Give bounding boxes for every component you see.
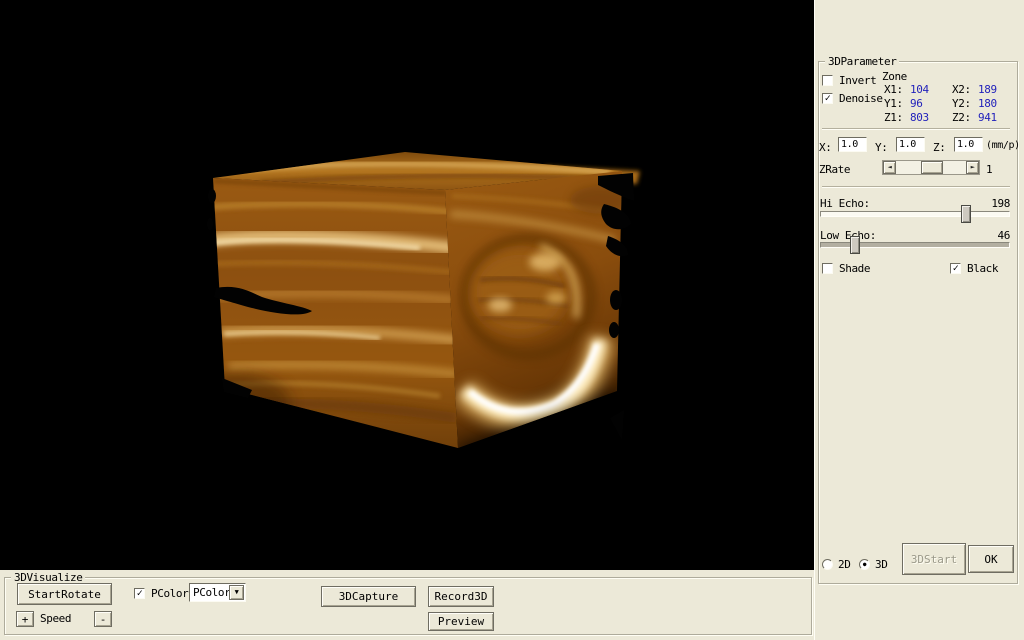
low-echo-value: 46 bbox=[970, 229, 1010, 242]
zone-x2-label: X2: bbox=[952, 83, 971, 96]
zone-y1-value: 96 bbox=[910, 97, 922, 110]
speed-minus-button[interactable]: - bbox=[94, 611, 112, 627]
pcolor-dropdown[interactable]: PColor ▼ bbox=[189, 583, 246, 602]
chevron-down-icon: ▼ bbox=[235, 586, 239, 599]
app-window: 3DParameter Invert ✓ Denoise Zone X1: 10… bbox=[0, 0, 1024, 640]
scale-x-label: X: bbox=[819, 141, 831, 154]
parameter-group-title: 3DParameter bbox=[825, 55, 899, 68]
arrow-left-icon: ◄ bbox=[888, 161, 892, 174]
invert-label: Invert bbox=[839, 74, 876, 87]
zrate-value: 1 bbox=[986, 163, 992, 176]
hi-echo-label: Hi Echo: bbox=[820, 197, 870, 210]
start-rotate-button[interactable]: StartRotate bbox=[17, 583, 112, 605]
arrow-right-icon: ► bbox=[971, 161, 975, 174]
zone-z2-label: Z2: bbox=[952, 111, 971, 124]
zrate-label: ZRate bbox=[819, 163, 850, 176]
zone-title: Zone bbox=[882, 70, 907, 83]
3dstart-button[interactable]: 3DStart bbox=[902, 543, 966, 575]
shade-label: Shade bbox=[839, 262, 870, 275]
hi-echo-slider-thumb[interactable] bbox=[961, 205, 971, 223]
parameter-panel: 3DParameter Invert ✓ Denoise Zone X1: 10… bbox=[814, 0, 1024, 640]
zone-x1-value: 104 bbox=[910, 83, 929, 96]
pcolor-checkbox[interactable]: ✓ bbox=[134, 588, 145, 599]
zone-z2-value: 941 bbox=[978, 111, 997, 124]
zone-y2-label: Y2: bbox=[952, 97, 971, 110]
zone-x1-label: X1: bbox=[884, 83, 903, 96]
hi-echo-value: 198 bbox=[970, 197, 1010, 210]
black-checkbox[interactable]: ✓ bbox=[950, 263, 961, 274]
denoise-checkbox[interactable]: ✓ bbox=[822, 93, 833, 104]
scale-x-input[interactable] bbox=[838, 137, 867, 152]
mode-2d-radio[interactable] bbox=[822, 559, 833, 570]
zone-y1-label: Y1: bbox=[884, 97, 903, 110]
3dcapture-button[interactable]: 3DCapture bbox=[321, 586, 416, 607]
scale-z-label: Z: bbox=[933, 141, 945, 154]
zone-x2-value: 189 bbox=[978, 83, 997, 96]
mode-2d-label: 2D bbox=[838, 558, 850, 571]
scale-unit-label: (mm/p) bbox=[986, 139, 1020, 152]
volume-render bbox=[0, 0, 814, 570]
mode-3d-label: 3D bbox=[875, 558, 887, 571]
viewport-3d[interactable] bbox=[0, 0, 814, 570]
speed-label: Speed bbox=[40, 612, 71, 625]
pcolor-label: PColor bbox=[151, 587, 188, 600]
mode-3d-radio[interactable]: ● bbox=[859, 559, 870, 570]
preview-button[interactable]: Preview bbox=[428, 612, 494, 631]
black-label: Black bbox=[967, 262, 998, 275]
visualize-panel: 3DVisualize StartRotate + Speed - ✓ PCol… bbox=[0, 570, 814, 640]
pcolor-dropdown-button[interactable]: ▼ bbox=[229, 585, 244, 600]
separator bbox=[822, 128, 1010, 130]
zrate-scroll-left-button[interactable]: ◄ bbox=[883, 161, 896, 174]
speed-plus-button[interactable]: + bbox=[16, 611, 34, 627]
low-echo-slider[interactable] bbox=[820, 242, 1010, 248]
scale-z-input[interactable] bbox=[954, 137, 983, 152]
zrate-scroll-right-button[interactable]: ► bbox=[966, 161, 979, 174]
ok-button[interactable]: OK bbox=[968, 545, 1014, 573]
zone-z1-label: Z1: bbox=[884, 111, 903, 124]
zone-y2-value: 180 bbox=[978, 97, 997, 110]
scale-y-input[interactable] bbox=[896, 137, 925, 152]
low-echo-label: Low Echo: bbox=[820, 229, 876, 242]
zrate-scroll-thumb[interactable] bbox=[921, 161, 943, 174]
scale-y-label: Y: bbox=[875, 141, 887, 154]
zone-z1-value: 803 bbox=[910, 111, 929, 124]
hi-echo-slider[interactable] bbox=[820, 211, 1010, 217]
denoise-label: Denoise bbox=[839, 92, 883, 105]
invert-checkbox[interactable] bbox=[822, 75, 833, 86]
separator bbox=[822, 186, 1010, 188]
shade-checkbox[interactable] bbox=[822, 263, 833, 274]
zrate-scrollbar[interactable]: ◄ ► bbox=[882, 160, 980, 175]
record3d-button[interactable]: Record3D bbox=[428, 586, 494, 607]
pcolor-dropdown-value: PColor bbox=[193, 586, 230, 599]
low-echo-slider-thumb[interactable] bbox=[850, 236, 860, 254]
